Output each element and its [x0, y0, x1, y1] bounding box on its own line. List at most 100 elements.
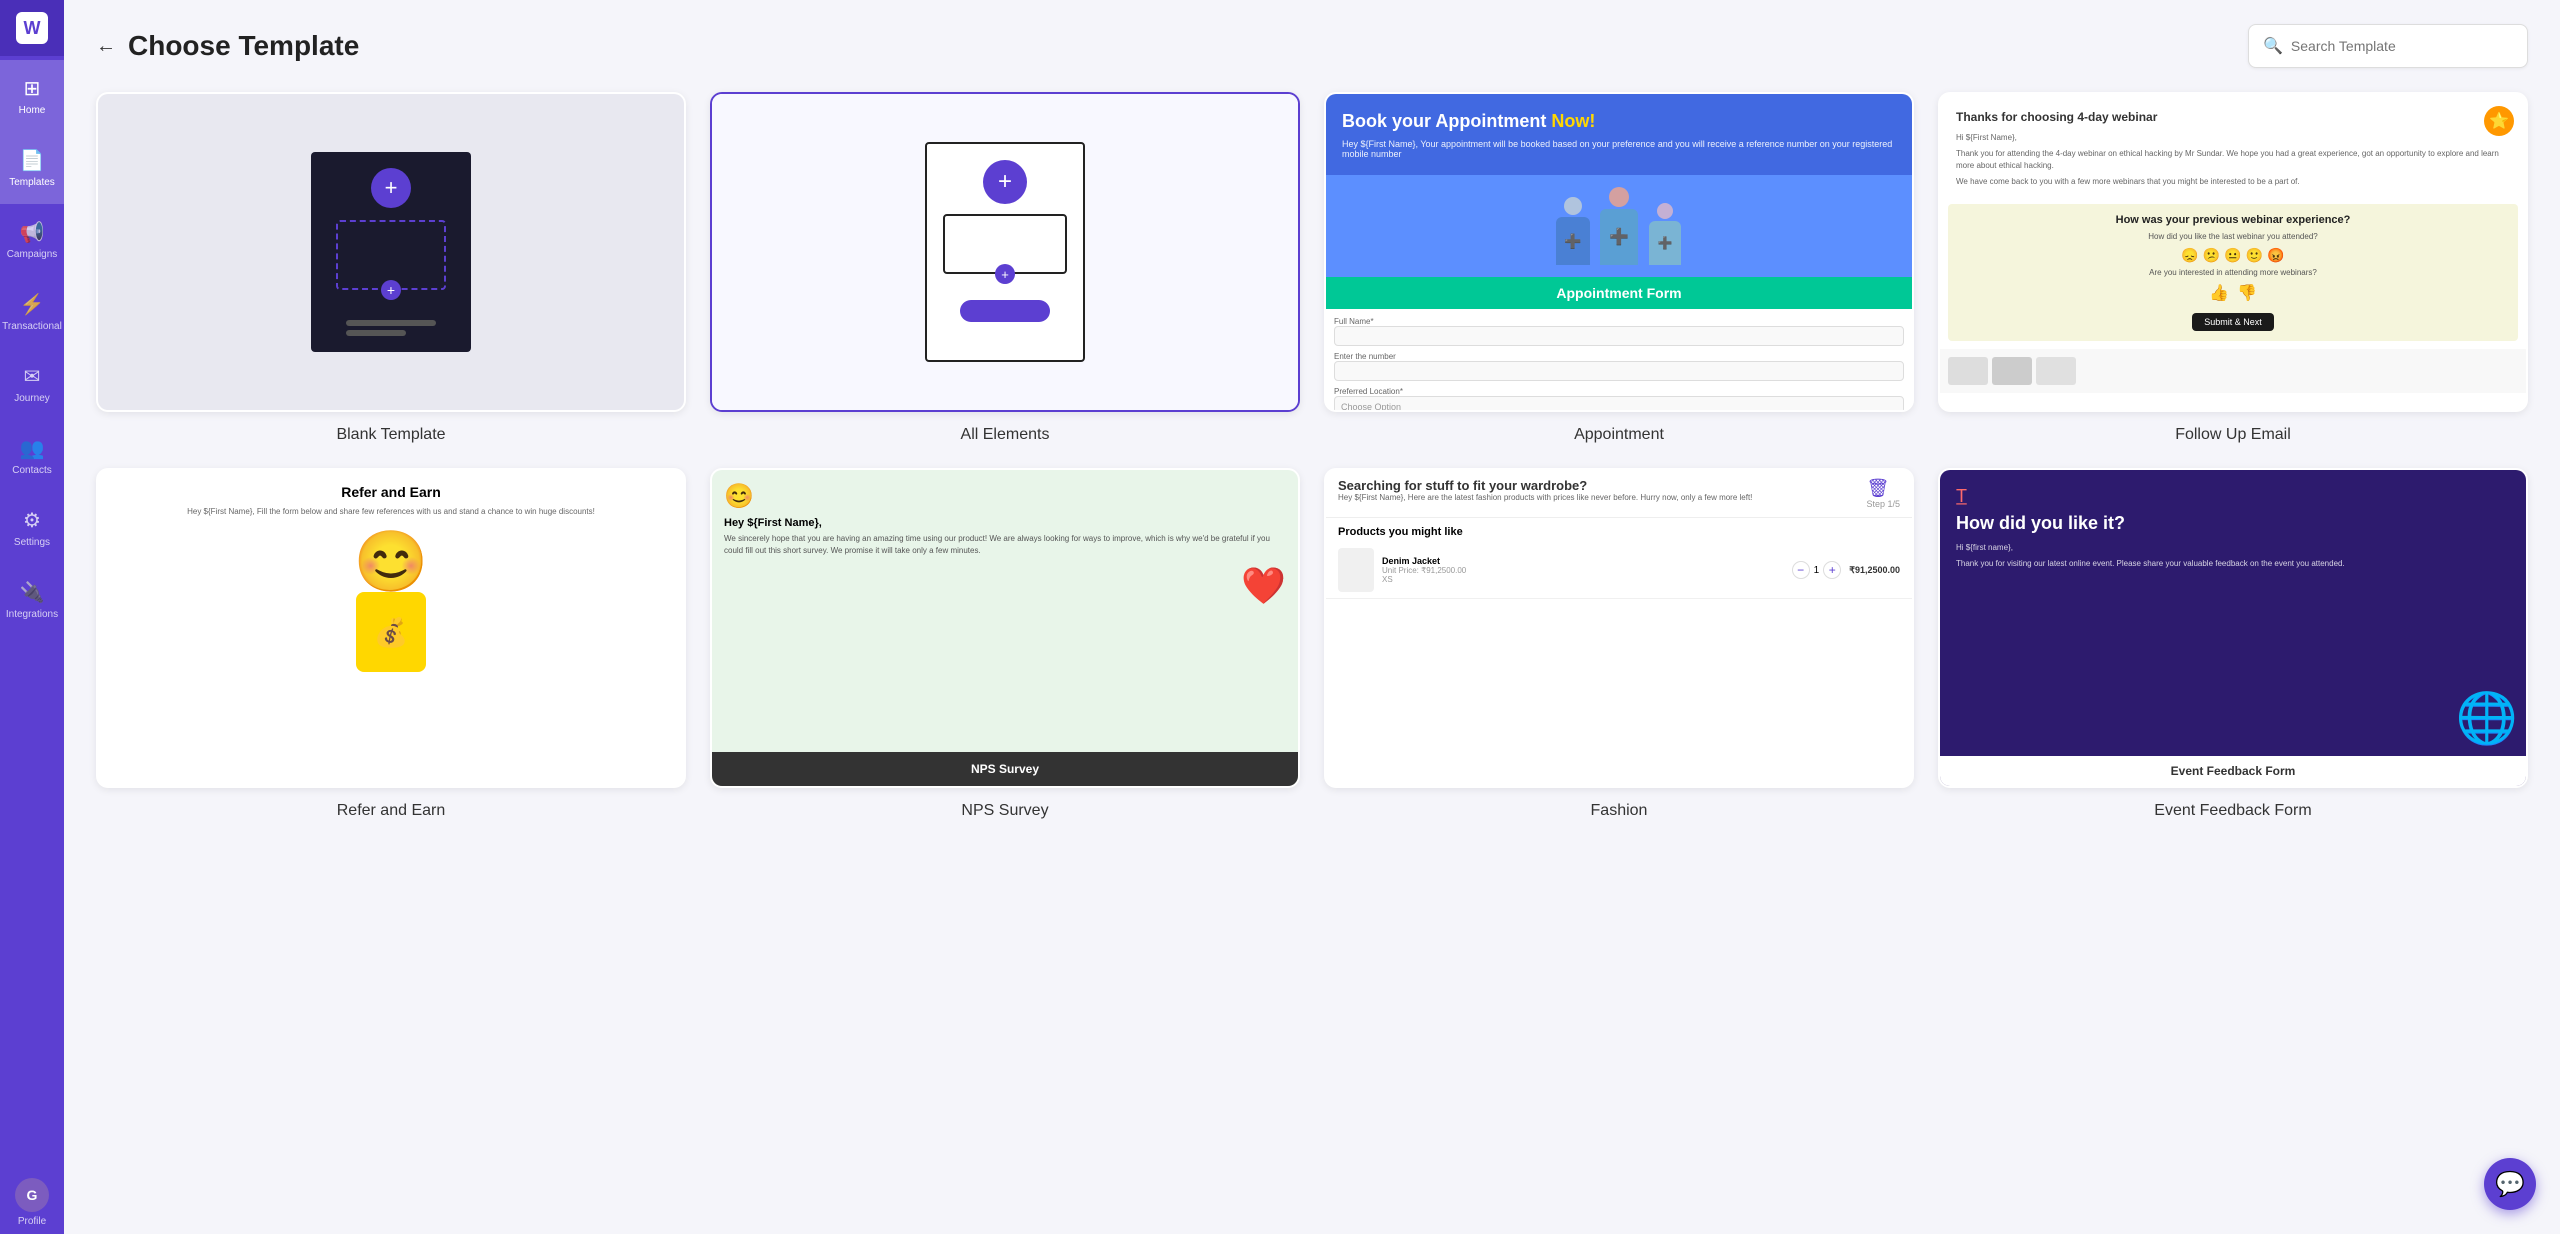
product-name: Denim Jacket — [1382, 556, 1784, 566]
followup-body: Thank you for attending the 4-day webina… — [1956, 148, 2510, 172]
blank-plus-circle: + — [371, 168, 411, 208]
blank-dash-rect: + — [336, 220, 446, 290]
template-label-fashion: Fashion — [1591, 802, 1648, 820]
template-preview-nps[interactable]: 😊 Hey ${First Name}, We sincerely hope t… — [710, 468, 1300, 788]
logo-icon: W — [16, 12, 48, 44]
page-title: Choose Template — [128, 30, 359, 62]
back-button[interactable]: ← — [96, 35, 116, 58]
followup-survey-q: How did you like the last webinar you at… — [1958, 232, 2508, 241]
template-card-fashion[interactable]: Searching for stuff to fit your wardrobe… — [1324, 468, 1914, 820]
profile-avatar[interactable]: G Profile — [0, 1170, 64, 1234]
chat-bubble[interactable]: 💬 — [2484, 1158, 2536, 1210]
followup-thumbnails — [1940, 349, 2526, 393]
qty-plus[interactable]: + — [1823, 561, 1841, 579]
followup-body2: We have come back to you with a few more… — [1956, 176, 2510, 188]
event-body: Thank you for visiting our latest online… — [1956, 558, 2510, 570]
ae-button — [960, 300, 1050, 322]
template-label-follow-up: Follow Up Email — [2175, 426, 2291, 444]
sidebar-item-settings[interactable]: ⚙ Settings — [0, 492, 64, 564]
blank-gray-line-2 — [346, 330, 406, 336]
sidebar-item-templates[interactable]: 📄 Templates — [0, 132, 64, 204]
ae-plus-circle: + — [983, 160, 1027, 204]
sidebar-item-label-settings: Settings — [14, 537, 50, 549]
template-card-all-elements[interactable]: + + All Elements — [710, 92, 1300, 444]
fashion-products-label: Products you might like — [1326, 518, 1912, 542]
fashion-header-bar: Searching for stuff to fit your wardrobe… — [1326, 470, 1912, 518]
appt-subtext: Hey ${First Name}, Your appointment will… — [1342, 139, 1896, 159]
contacts-icon: 👥 — [20, 436, 45, 461]
template-preview-blank[interactable]: + + — [96, 92, 686, 412]
template-card-blank[interactable]: + + Blank Tem — [96, 92, 686, 444]
blank-inner: + + — [311, 152, 471, 352]
template-preview-refer-earn[interactable]: Refer and Earn Hey ${First Name}, Fill t… — [96, 468, 686, 788]
followup-survey-title: How was your previous webinar experience… — [1958, 214, 2508, 226]
sidebar-item-integrations[interactable]: 🔌 Integrations — [0, 564, 64, 636]
event-greeting: Hi ${first name}, — [1956, 542, 2510, 554]
search-box[interactable]: 🔍 — [2248, 24, 2528, 68]
template-preview-follow-up[interactable]: ⭐ Thanks for choosing 4-day webinar Hi $… — [1938, 92, 2528, 412]
qty-minus[interactable]: − — [1792, 561, 1810, 579]
templates-grid: + + Blank Tem — [96, 92, 2528, 820]
refer-preview: Refer and Earn Hey ${First Name}, Fill t… — [98, 470, 684, 786]
templates-content: + + Blank Tem — [64, 84, 2560, 1234]
template-card-refer-earn[interactable]: Refer and Earn Hey ${First Name}, Fill t… — [96, 468, 686, 820]
template-preview-fashion[interactable]: Searching for stuff to fit your wardrobe… — [1324, 468, 1914, 788]
sidebar-item-label-templates: Templates — [9, 177, 55, 189]
campaigns-icon: 📢 — [20, 220, 45, 245]
template-card-appointment[interactable]: Book your Appointment Now! Hey ${First N… — [1324, 92, 1914, 444]
sidebar-item-label-integrations: Integrations — [6, 609, 58, 621]
ae-rect: + — [943, 214, 1067, 274]
template-preview-event-feedback[interactable]: T̲ How did you like it? Hi ${first name}… — [1938, 468, 2528, 788]
followup-submit-btn[interactable]: Submit & Next — [2192, 313, 2274, 331]
templates-icon: 📄 — [20, 148, 45, 173]
template-label-all-elements: All Elements — [961, 426, 1050, 444]
sidebar-item-home[interactable]: ⊞ Home — [0, 60, 64, 132]
nps-greeting: Hey ${First Name}, — [724, 517, 1286, 529]
nps-footer: NPS Survey — [712, 752, 1298, 786]
blank-preview: + + — [98, 94, 684, 410]
nps-heart: ❤️ — [724, 565, 1286, 607]
page-header: ← Choose Template 🔍 — [64, 0, 2560, 84]
sidebar-item-contacts[interactable]: 👥 Contacts — [0, 420, 64, 492]
fashion-step: Step 1/5 — [1866, 499, 1900, 509]
event-footer: Event Feedback Form — [1940, 756, 2526, 786]
all-elements-inner: + + — [925, 142, 1085, 362]
appt-field-location: Preferred Location* Choose Option — [1334, 387, 1904, 410]
appt-form-title: Appointment Form — [1326, 277, 1912, 309]
template-preview-appointment[interactable]: Book your Appointment Now! Hey ${First N… — [1324, 92, 1914, 412]
template-card-event-feedback[interactable]: T̲ How did you like it? Hi ${first name}… — [1938, 468, 2528, 820]
emoji-row: 😞😕😐🙂😡 — [1958, 247, 2508, 264]
chat-icon: 💬 — [2495, 1170, 2525, 1199]
integrations-icon: 🔌 — [20, 580, 45, 605]
blank-gray-line-1 — [346, 320, 436, 326]
app-logo[interactable]: W — [0, 0, 64, 56]
qty-value: 1 — [1814, 565, 1820, 576]
product-info: Denim Jacket Unit Price: ₹91,2500.00 XS — [1382, 556, 1784, 584]
followup-top: Thanks for choosing 4-day webinar Hi ${F… — [1940, 94, 2526, 204]
nps-top: 😊 Hey ${First Name}, We sincerely hope t… — [712, 470, 1298, 752]
home-icon: ⊞ — [24, 76, 41, 101]
thumbs-row: 👍👎 — [1958, 283, 2508, 303]
sidebar-item-journey[interactable]: ✉ Journey — [0, 348, 64, 420]
blank-small-plus: + — [381, 280, 401, 300]
sidebar-item-transactional[interactable]: ⚡ Transactional — [0, 276, 64, 348]
template-label-nps: NPS Survey — [961, 802, 1048, 820]
template-card-nps[interactable]: 😊 Hey ${First Name}, We sincerely hope t… — [710, 468, 1300, 820]
template-label-refer-earn: Refer and Earn — [337, 802, 446, 820]
fashion-subtitle: Hey ${First Name}, Here are the latest f… — [1338, 493, 1752, 502]
product-total: ₹91,2500.00 — [1849, 565, 1900, 576]
template-label-blank: Blank Template — [336, 426, 445, 444]
template-preview-all-elements[interactable]: + + — [710, 92, 1300, 412]
sidebar-item-label-campaigns: Campaigns — [7, 249, 58, 261]
product-price: Unit Price: ₹91,2500.00 — [1382, 566, 1784, 575]
search-input[interactable] — [2291, 38, 2513, 54]
template-card-follow-up[interactable]: ⭐ Thanks for choosing 4-day webinar Hi $… — [1938, 92, 2528, 444]
followup-interest-q: Are you interested in attending more web… — [1958, 268, 2508, 277]
header-left: ← Choose Template — [96, 30, 359, 62]
nps-preview: 😊 Hey ${First Name}, We sincerely hope t… — [712, 470, 1298, 786]
sidebar-item-campaigns[interactable]: 📢 Campaigns — [0, 204, 64, 276]
sidebar-item-label-home: Home — [19, 105, 46, 117]
ae-small-plus: + — [995, 264, 1015, 284]
nps-text: We sincerely hope that you are having an… — [724, 533, 1286, 557]
product-item: Denim Jacket Unit Price: ₹91,2500.00 XS … — [1326, 542, 1912, 599]
